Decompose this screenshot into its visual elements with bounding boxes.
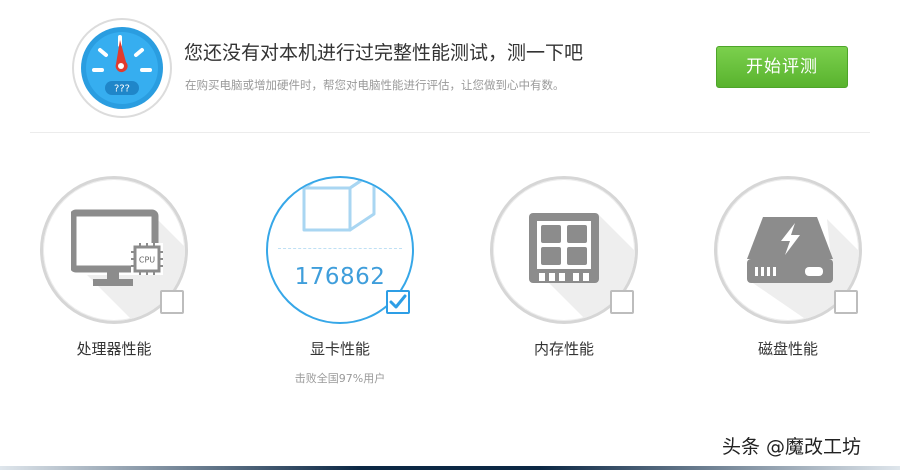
disk-checkbox[interactable] <box>834 290 858 314</box>
performance-test-panel: ??? 您还没有对本机进行过完整性能测试，测一下吧 在购买电脑或增加硬件时，帮您… <box>0 0 900 470</box>
page-subtitle: 在购买电脑或增加硬件时，帮您对电脑性能进行评估，让您做到心中有数。 <box>185 78 565 92</box>
gpu-card-label: 显卡性能 <box>309 340 370 358</box>
watermark-text: 头条 @魔改工坊 <box>722 436 862 458</box>
disk-card-label: 磁盘性能 <box>757 340 818 358</box>
disk-performance-card[interactable]: 磁盘性能 <box>676 172 876 402</box>
gauge-readout: ??? <box>114 84 130 95</box>
gpu-score-value: 176862 <box>294 264 386 290</box>
cpu-card-label: 处理器性能 <box>76 340 152 358</box>
memory-performance-card[interactable]: 内存性能 <box>452 172 652 402</box>
gpu-performance-card[interactable]: 176862 显卡性能 击败全国97%用户 <box>228 172 428 402</box>
hard-disk-icon <box>747 217 833 283</box>
cpu-checkbox[interactable] <box>160 290 184 314</box>
memory-chip-icon <box>529 213 599 283</box>
cpu-chip-label: CPU <box>139 256 155 265</box>
checkmark-icon <box>389 294 407 309</box>
cpu-performance-card[interactable]: CPU 处理器性能 <box>2 172 202 402</box>
gpu-checkbox[interactable] <box>386 290 410 314</box>
taskbar-edge <box>0 466 900 470</box>
memory-card-label: 内存性能 <box>533 340 594 358</box>
gpu-score-divider <box>278 248 402 249</box>
monitor-cpu-icon: CPU <box>71 209 163 286</box>
gpu-ranking-note: 击败全国97%用户 <box>294 372 386 385</box>
header-divider <box>30 132 870 133</box>
start-benchmark-button[interactable]: 开始评测 <box>716 46 848 88</box>
cube-wireframe-icon <box>302 178 376 232</box>
page-title: 您还没有对本机进行过完整性能测试，测一下吧 <box>184 42 584 64</box>
speed-gauge-icon: ??? <box>72 18 172 118</box>
memory-checkbox[interactable] <box>610 290 634 314</box>
